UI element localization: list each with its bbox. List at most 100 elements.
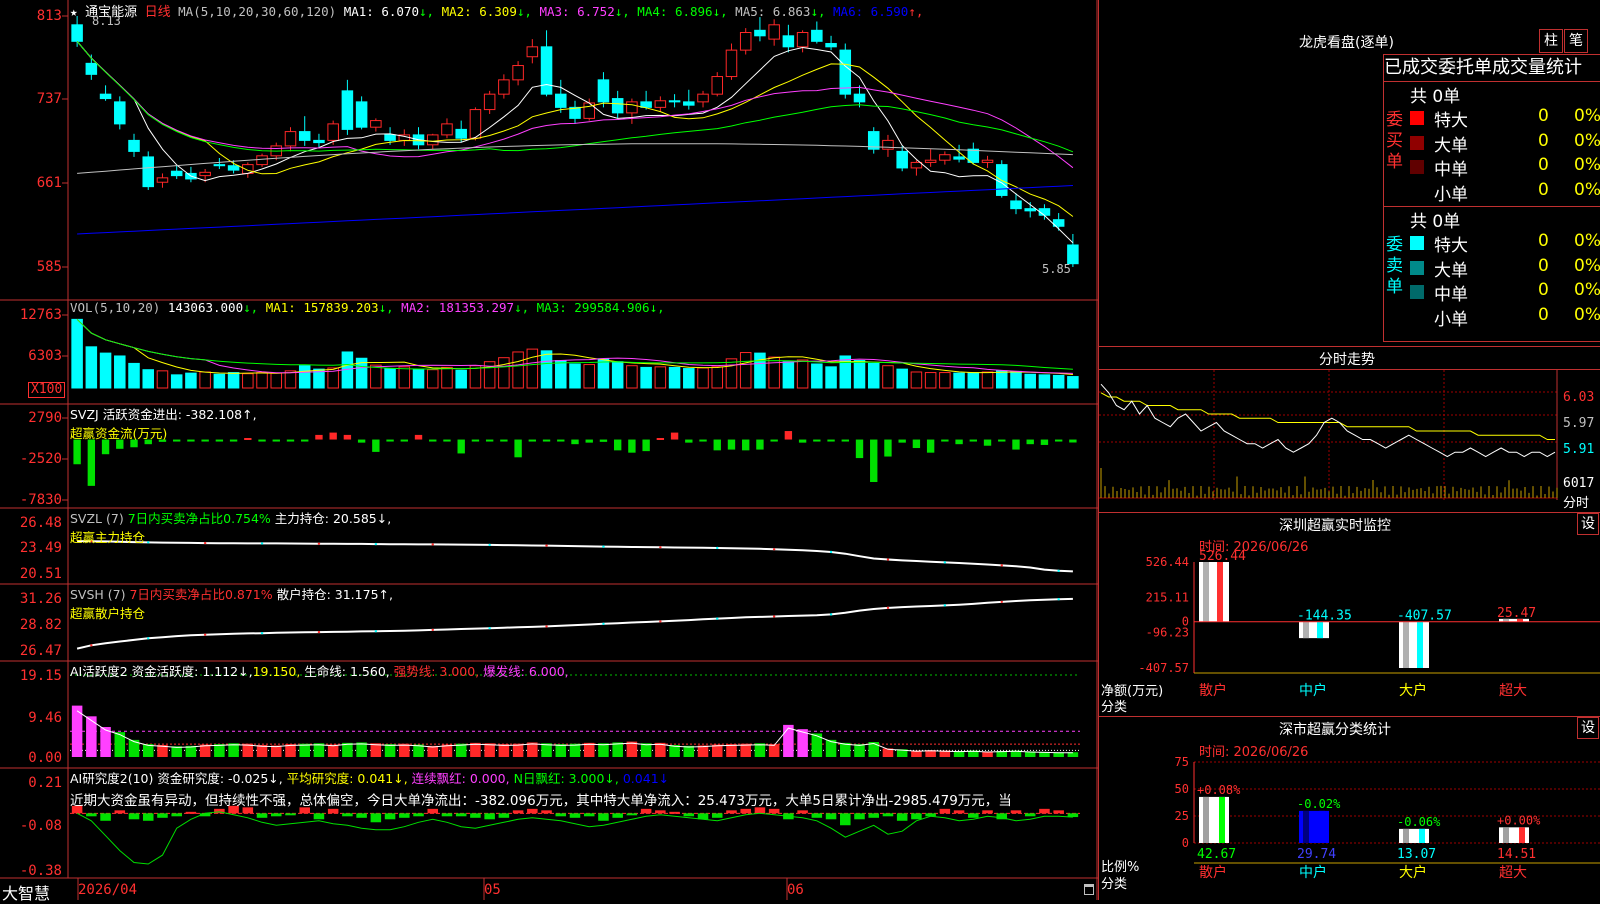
svzj-bar-21 xyxy=(372,439,380,452)
class-chart[interactable]: 0 25 50 75 +0.08% 42.67 散户 -0.02% 29.74 中户 -0.06% 1… xyxy=(1099,750,1600,900)
svzl-y-1: 26.48 xyxy=(19,515,62,531)
table-header: 已成交委托单成交量统计 xyxy=(1384,55,1600,82)
svsh-line-dot-29 xyxy=(488,626,491,630)
ma-label-6: MA6: xyxy=(825,4,864,19)
vol-bar-38 xyxy=(611,361,624,389)
ai2-bar-44 xyxy=(697,813,709,820)
svzj-bar-61 xyxy=(941,439,949,442)
svzj-bar-52 xyxy=(813,439,821,442)
svzj-bar-65 xyxy=(998,439,1006,442)
vol-ma-label-1: MA1: xyxy=(265,300,296,315)
vol-bar-39 xyxy=(626,365,638,389)
buy-count-4: 0 xyxy=(1538,179,1549,200)
intraday-chart[interactable] xyxy=(1099,370,1559,510)
svzj-bar-29 xyxy=(485,439,494,442)
ai2-bar-22 xyxy=(384,813,396,820)
svzj-bar-59 xyxy=(912,439,921,449)
vol-bar-68 xyxy=(1038,374,1051,389)
ai1-b: 19.150, xyxy=(252,664,301,679)
vol-bar-13 xyxy=(256,372,268,389)
svsh-y-3: 26.47 xyxy=(19,643,62,659)
candle-body-3 xyxy=(114,101,126,125)
candle-body-48 xyxy=(754,29,766,37)
monitor-ytick-4: -96.23 xyxy=(1146,626,1189,640)
ma-value-6: 6.590 xyxy=(863,4,909,19)
vol-bar-59 xyxy=(910,371,923,389)
indicator-chart-svg[interactable] xyxy=(0,0,1098,900)
svzj-bar-41 xyxy=(656,437,665,440)
buy-name-3: 中单 xyxy=(1434,160,1468,180)
svzj-bar-34 xyxy=(557,439,565,442)
vol-bar-58 xyxy=(896,368,908,389)
ai2-header: AI研究度2(10) 资金研究度: -0.025↓, 平均研究度: 0.041↓… xyxy=(70,768,1098,809)
monitor-bar-accent-1 xyxy=(1217,562,1223,622)
candle-body-62 xyxy=(953,156,965,160)
candle-body-25 xyxy=(426,134,439,146)
ai2-bar-55 xyxy=(854,813,865,820)
vol-bar-2 xyxy=(99,352,112,389)
monitor-settings[interactable]: 设 xyxy=(1577,513,1599,535)
svzj-bar-48 xyxy=(756,439,764,450)
vol-bar-70 xyxy=(1067,376,1079,389)
candle-body-53 xyxy=(825,43,837,48)
class-settings[interactable]: 设 xyxy=(1577,717,1599,739)
vol-bar-51 xyxy=(796,359,809,389)
monitor-value-4: 25.47 xyxy=(1497,606,1536,621)
svzj-bar-26 xyxy=(443,439,451,442)
vol-bar-27 xyxy=(455,369,467,389)
vol-bar-12 xyxy=(242,373,254,389)
candle-body-38 xyxy=(611,98,624,114)
intraday-y-2: 5.97 xyxy=(1563,416,1595,431)
vol-bar-1 xyxy=(85,346,98,389)
svzl-y-3: 20.51 xyxy=(19,566,62,582)
monitor-chart[interactable]: 526.44散户-144.35中户-407.57大户25.47超大526.442… xyxy=(1099,540,1600,710)
vol-bar-52 xyxy=(811,363,823,389)
vol-bar-55 xyxy=(853,360,866,389)
class-bar-accent-1 xyxy=(1219,796,1225,843)
svzj-bar-66 xyxy=(1012,439,1020,450)
lock-icon[interactable] xyxy=(1084,884,1094,895)
buy-section: 委买单 共 0单 特大 0 0% 大单 0 0% 中单 0 0% 小单 0 0% xyxy=(1384,82,1600,207)
ai2-bar-39 xyxy=(626,813,638,816)
candle-body-44 xyxy=(697,93,709,103)
vol-bar-47 xyxy=(739,352,752,389)
star-icon[interactable]: ★ xyxy=(70,4,78,19)
svzl-line-dot-57 xyxy=(886,558,890,561)
vol-bar-9 xyxy=(199,371,211,389)
vol-bar-16 xyxy=(298,365,311,389)
ai2-bar-26 xyxy=(441,813,453,817)
period-label[interactable]: 日线 xyxy=(145,5,171,20)
btn-bi[interactable]: 笔 xyxy=(1564,29,1588,53)
vol-bar-62 xyxy=(953,372,965,389)
ai2-bar-33 xyxy=(541,810,552,814)
vol-bar-4 xyxy=(128,362,140,389)
svzj-bar-68 xyxy=(1040,439,1049,445)
class-change-2: -0.02% xyxy=(1297,797,1341,811)
monitor-category-3: 大户 xyxy=(1399,682,1427,699)
candle-body-70 xyxy=(1067,244,1079,265)
sell-swatch-2 xyxy=(1410,260,1424,275)
ai1-bar-40 xyxy=(640,743,652,757)
monitor-ytick-1: 526.44 xyxy=(1146,555,1189,569)
monitor-bar-group-1 xyxy=(1199,562,1229,622)
ai2-bar-67 xyxy=(1024,813,1036,817)
ai2-y-2: -0.08 xyxy=(19,818,62,834)
vol-bar-23 xyxy=(398,366,411,389)
vol-bar-6 xyxy=(156,370,169,389)
x-label-may: 05 xyxy=(484,882,501,898)
sell-count-2: 0 xyxy=(1538,255,1549,276)
candle-body-32 xyxy=(526,46,539,58)
sell-name-3: 中单 xyxy=(1434,285,1468,305)
candle-body-26 xyxy=(441,123,453,136)
svzj-bar-33 xyxy=(542,439,551,442)
ai2-bar-36 xyxy=(583,813,595,817)
buy-swatch-3 xyxy=(1410,160,1424,174)
main-panel-header: ★ 通宝能源 日线 MA(5,10,20,30,60,120) MA1: 6.0… xyxy=(70,1,923,20)
ai2-bar-14 xyxy=(271,813,282,817)
btn-zhu[interactable]: 柱 xyxy=(1539,29,1563,53)
ai1-bar-13 xyxy=(256,745,268,757)
ai2-bar-58 xyxy=(896,813,908,821)
ai2-bar-23 xyxy=(399,813,410,818)
ai2-bar-27 xyxy=(455,813,467,817)
svsh-header: SVSH (7) 7日内买卖净占比0.871% 散户持仓: 31.175↑, 超… xyxy=(70,584,393,622)
